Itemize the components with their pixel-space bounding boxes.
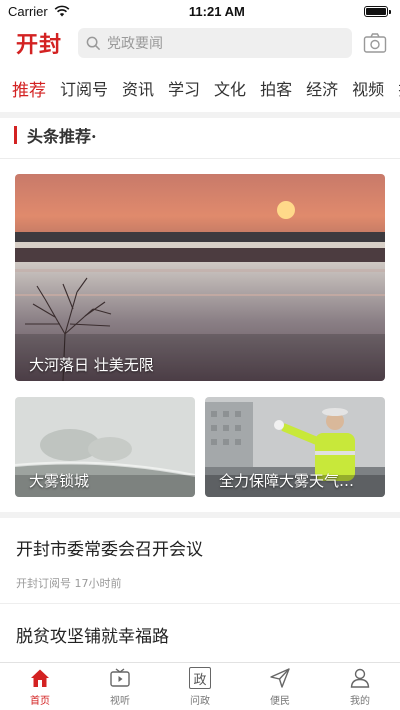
article-divider bbox=[0, 603, 400, 604]
send-icon bbox=[270, 668, 290, 688]
tab-photographer[interactable]: 拍客 bbox=[260, 76, 292, 100]
camera-button[interactable] bbox=[362, 30, 388, 56]
section-divider bbox=[0, 158, 400, 159]
status-left: Carrier bbox=[8, 4, 70, 19]
tab-news[interactable]: 资讯 bbox=[122, 76, 154, 100]
search-icon bbox=[86, 36, 101, 50]
nav-home[interactable]: 首页 bbox=[0, 663, 80, 710]
tab-recommend[interactable]: 推荐 bbox=[12, 76, 46, 101]
nav-services-label: 便民 bbox=[270, 696, 290, 707]
section-header: 头条推荐· bbox=[14, 124, 97, 146]
user-icon bbox=[350, 668, 370, 688]
nav-me-label: 我的 bbox=[350, 696, 370, 707]
nav-tv[interactable]: 视听 bbox=[80, 663, 160, 710]
wifi-icon bbox=[54, 5, 70, 17]
camera-icon bbox=[363, 33, 387, 53]
app-logo: 开封 bbox=[16, 32, 63, 58]
fog-city-card[interactable]: 大雾锁城 bbox=[15, 397, 195, 497]
traffic-police-caption: 全力保障大雾天气… bbox=[219, 472, 355, 490]
nav-me[interactable]: 我的 bbox=[320, 663, 400, 710]
tab-economy[interactable]: 经济 bbox=[306, 76, 338, 100]
sunset-river-image bbox=[15, 174, 385, 381]
traffic-police-card[interactable]: 全力保障大雾天气… bbox=[205, 397, 385, 497]
nav-politics[interactable]: 政 问政 bbox=[160, 663, 240, 710]
search-input[interactable]: 党政要闻 bbox=[78, 28, 352, 58]
nav-services[interactable]: 便民 bbox=[240, 663, 320, 710]
bottom-navigation: 首页 视听 政 问政 便民 我的 bbox=[0, 662, 400, 710]
tab-culture[interactable]: 文化 bbox=[214, 76, 246, 100]
tv-icon bbox=[110, 668, 130, 687]
carrier-label: Carrier bbox=[8, 3, 48, 19]
hero-caption: 大河落日 壮美无限 bbox=[29, 356, 154, 374]
header: 开封 党政要闻 bbox=[0, 22, 400, 64]
zheng-glyph: 政 bbox=[193, 672, 207, 688]
nav-tv-label: 视听 bbox=[110, 696, 130, 707]
nav-politics-label: 问政 bbox=[190, 696, 210, 707]
section-title: 头条推荐· bbox=[27, 127, 97, 146]
zheng-icon: 政 bbox=[189, 667, 211, 689]
tab-study[interactable]: 学习 bbox=[168, 76, 200, 100]
home-icon bbox=[31, 669, 49, 687]
section-accent-bar bbox=[14, 126, 17, 144]
category-tabs: 推荐 订阅号 资讯 学习 文化 拍客 经济 视频 拉 bbox=[0, 70, 400, 106]
status-time: 11:21 AM bbox=[188, 3, 245, 19]
article-meta: 开封订阅号 17小时前 bbox=[16, 577, 122, 590]
fog-city-caption: 大雾锁城 bbox=[29, 472, 90, 490]
article-title[interactable]: 脱贫攻坚铺就幸福路 bbox=[16, 622, 169, 647]
tab-subscriptions[interactable]: 订阅号 bbox=[60, 76, 108, 100]
nav-home-label: 首页 bbox=[30, 696, 50, 707]
article-title[interactable]: 开封市委常委会召开会议 bbox=[16, 535, 203, 560]
hero-card[interactable]: 大河落日 壮美无限 bbox=[15, 174, 385, 381]
tab-video[interactable]: 视频 bbox=[352, 76, 384, 100]
search-placeholder: 党政要闻 bbox=[107, 36, 163, 52]
battery-icon bbox=[364, 5, 391, 17]
tabs-divider bbox=[0, 112, 400, 118]
status-bar: Carrier 11:21 AM bbox=[0, 0, 400, 22]
feed-divider bbox=[0, 512, 400, 518]
